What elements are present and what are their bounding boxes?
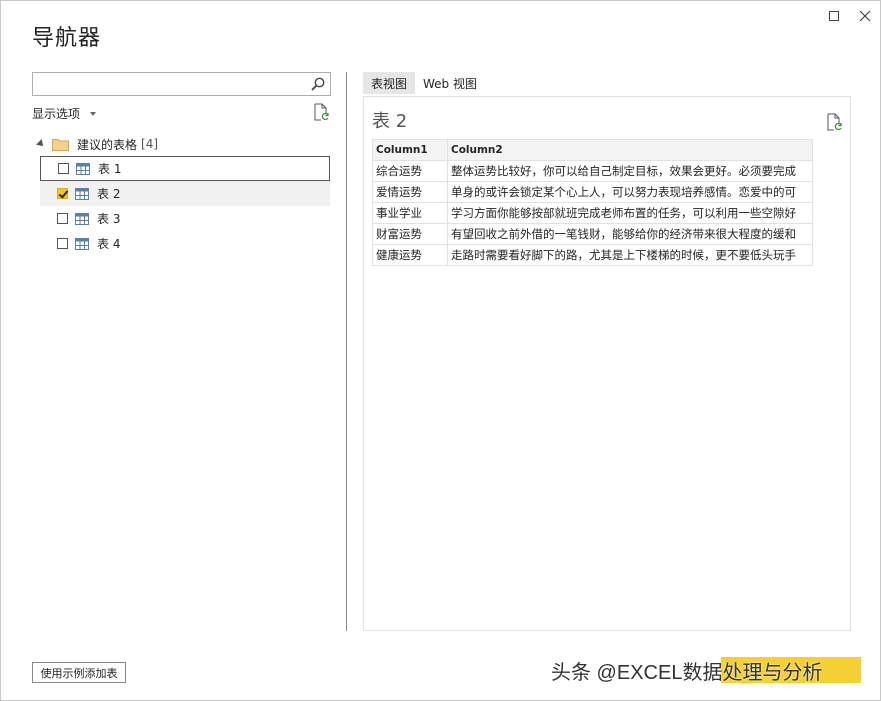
- table-item-label: 表 1: [98, 162, 122, 176]
- table-item-3[interactable]: 表 3: [40, 206, 330, 231]
- tab-web-view[interactable]: Web 视图: [415, 72, 485, 94]
- table-cell: 健康运势: [372, 244, 448, 266]
- display-options-menu[interactable]: 显示选项: [32, 105, 97, 122]
- table-item-label: 表 2: [97, 187, 121, 201]
- preview-table: Column1 Column2 综合运势 整体运势比较好，你可以给自己制定目标，…: [372, 139, 813, 266]
- folder-icon: [52, 138, 69, 151]
- close-icon: [859, 10, 871, 22]
- table-header-row: Column1 Column2: [372, 139, 813, 161]
- table-cell: 整体运势比较好，你可以给自己制定目标，效果会更好。必须要完成: [447, 160, 813, 182]
- table-row: 爱情运势 单身的或许会锁定某个心上人，可以努力表现培养感情。恋爱中的可: [372, 181, 813, 203]
- table-checkbox[interactable]: [57, 213, 68, 224]
- table-row: 财富运势 有望回收之前外借的一笔钱财，能够给你的经济带来很大程度的缓和: [372, 223, 813, 245]
- search-input[interactable]: [33, 73, 303, 95]
- close-button[interactable]: [856, 7, 874, 25]
- tab-table-view[interactable]: 表视图: [363, 72, 416, 94]
- folder-count: [4]: [141, 137, 159, 151]
- view-tabs: 表视图 Web 视图: [363, 72, 485, 94]
- preview-title: 表 2: [372, 111, 408, 132]
- table-item-2[interactable]: 表 2: [40, 181, 330, 206]
- table-cell: 综合运势: [372, 160, 448, 182]
- table-checkbox[interactable]: [57, 238, 68, 249]
- table-icon: [75, 212, 89, 225]
- table-item-label: 表 3: [97, 212, 121, 226]
- table-item-4[interactable]: 表 4: [40, 231, 330, 256]
- table-checkbox[interactable]: [57, 188, 68, 199]
- table-cell: 有望回收之前外借的一笔钱财，能够给你的经济带来很大程度的缓和: [447, 223, 813, 245]
- refresh-icon[interactable]: [825, 113, 843, 131]
- table-checkbox[interactable]: [58, 163, 69, 174]
- table-item-label: 表 4: [97, 237, 121, 251]
- suggested-tables-folder[interactable]: 建议的表格 [4]: [36, 135, 159, 153]
- table-row: 综合运势 整体运势比较好，你可以给自己制定目标，效果会更好。必须要完成: [372, 160, 813, 182]
- table-cell: 爱情运势: [372, 181, 448, 203]
- caret-down-icon: [90, 112, 97, 116]
- search-box: [32, 72, 331, 96]
- column-header[interactable]: Column1: [372, 139, 448, 161]
- pane-splitter[interactable]: [346, 72, 347, 631]
- table-cell: 单身的或许会锁定某个心上人，可以努力表现培养感情。恋爱中的可: [447, 181, 813, 203]
- folder-label: 建议的表格: [77, 137, 138, 152]
- watermark: 头条 @EXCEL数据处理与分析: [551, 662, 823, 684]
- table-icon: [75, 187, 89, 200]
- table-icon: [75, 237, 89, 250]
- table-row: 健康运势 走路时需要看好脚下的路，尤其是上下楼梯的时候，更不要低头玩手: [372, 244, 813, 266]
- table-cell: 财富运势: [372, 223, 448, 245]
- table-cell: 走路时需要看好脚下的路，尤其是上下楼梯的时候，更不要低头玩手: [447, 244, 813, 266]
- table-cell: 事业学业: [372, 202, 448, 224]
- preview-pane: 表 2 Column1 Column2 综合运势 整体运势比较好，你可以给自己制…: [363, 96, 851, 631]
- maximize-icon: [829, 11, 839, 21]
- navigator-dialog: 导航器 显示选项 建议的表格 [4] 表 1 表 2 表 3 表 4 表视图 W…: [0, 0, 881, 701]
- display-options-label: 显示选项: [32, 107, 81, 121]
- dialog-title: 导航器: [32, 26, 102, 51]
- table-cell: 学习方面你能够按部就班完成老师布置的任务，可以利用一些空隙好: [447, 202, 813, 224]
- expand-icon[interactable]: [36, 139, 46, 149]
- maximize-button[interactable]: [825, 7, 843, 25]
- table-row: 事业学业 学习方面你能够按部就班完成老师布置的任务，可以利用一些空隙好: [372, 202, 813, 224]
- column-header[interactable]: Column2: [447, 139, 813, 161]
- search-icon[interactable]: [310, 76, 326, 92]
- refresh-icon[interactable]: [312, 103, 330, 121]
- add-table-using-examples-button[interactable]: 使用示例添加表: [32, 662, 126, 683]
- table-icon: [76, 162, 90, 175]
- table-item-1[interactable]: 表 1: [40, 156, 330, 181]
